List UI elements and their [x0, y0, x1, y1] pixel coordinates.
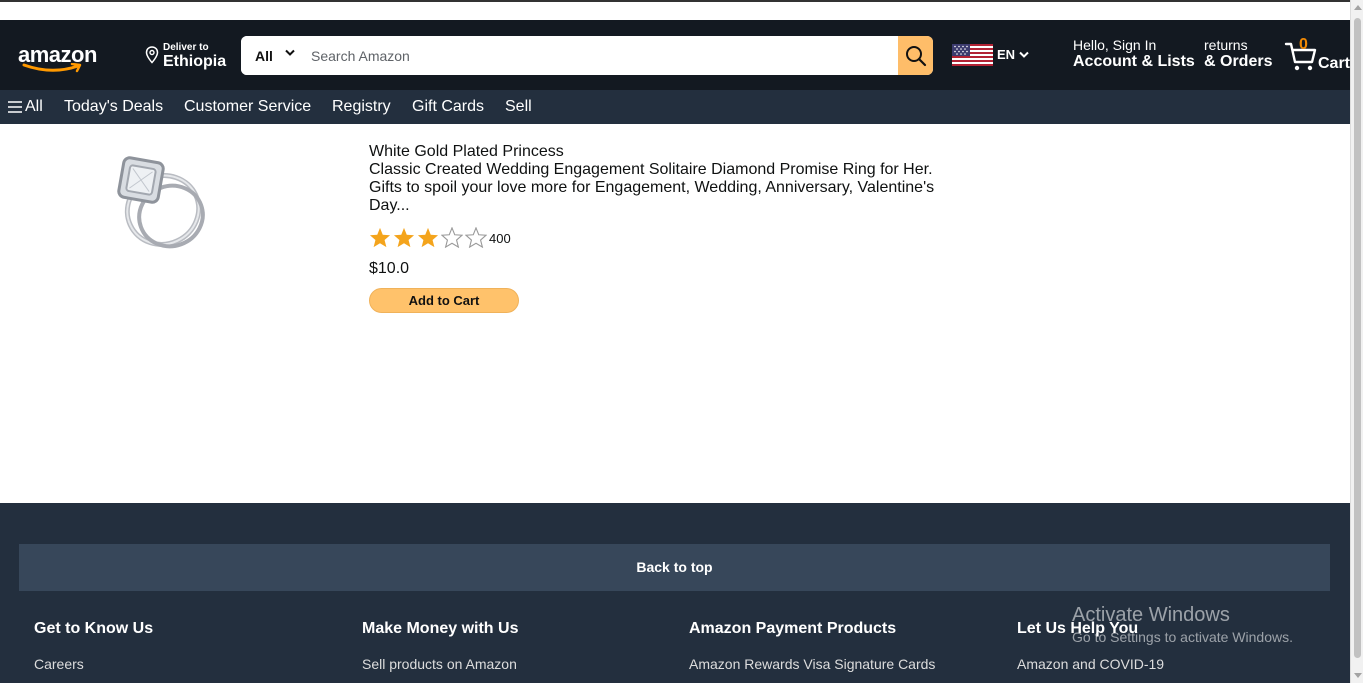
search-button[interactable]	[898, 36, 933, 75]
hamburger-menu-icon	[8, 101, 22, 113]
site-footer: Back to top Get to Know Us Careers Make …	[0, 503, 1350, 683]
nav-item-customer-service[interactable]: Customer Service	[184, 98, 311, 116]
star-empty-icon	[441, 227, 463, 248]
footer-column-payment-products: Amazon Payment Products Amazon Rewards V…	[689, 620, 935, 672]
nav-item-registry[interactable]: Registry	[332, 98, 391, 116]
product-image[interactable]	[111, 150, 206, 256]
star-filled-icon	[369, 227, 391, 248]
search-category-label: All	[255, 48, 273, 64]
nav-all-menu[interactable]: All	[8, 90, 48, 124]
search-category-select[interactable]: All	[241, 36, 301, 75]
orders-label: & Orders	[1204, 53, 1273, 70]
scroll-up-icon[interactable]	[1354, 5, 1362, 10]
search-input[interactable]	[301, 36, 898, 75]
browser-top-strip	[0, 0, 1363, 20]
search-bar: All	[241, 36, 933, 75]
returns-and-orders[interactable]: returns & Orders	[1204, 37, 1272, 71]
us-flag-icon	[952, 44, 993, 66]
cart-label: Cart	[1318, 55, 1351, 72]
footer-link[interactable]: Amazon and COVID-19	[1017, 656, 1164, 672]
account-lists-label: Account & Lists	[1073, 53, 1195, 70]
watermark-title: Activate Windows	[1072, 604, 1230, 626]
cart-button[interactable]: 0 Cart	[1284, 36, 1350, 76]
nav-all-label: All	[25, 98, 43, 115]
watermark-subtitle: Go to Settings to activate Windows.	[1072, 629, 1293, 645]
footer-link[interactable]: Careers	[34, 656, 153, 672]
language-code: EN	[997, 47, 1016, 62]
cart-count: 0	[1299, 36, 1308, 53]
page-scrollbar[interactable]	[1350, 0, 1363, 683]
footer-link[interactable]: Sell products on Amazon	[362, 656, 518, 672]
rating-count: 400	[489, 231, 511, 246]
logo-smile-icon	[22, 63, 82, 73]
product-info: White Gold Plated Princess Classic Creat…	[369, 143, 949, 313]
footer-heading: Amazon Payment Products	[689, 620, 897, 637]
location-pin-icon	[145, 46, 159, 64]
back-to-top-button[interactable]: Back to top	[19, 544, 1330, 591]
scroll-down-icon[interactable]	[1354, 673, 1362, 678]
product-title[interactable]: White Gold Plated Princess	[369, 143, 949, 161]
nav-bar: All Today's Deals Customer Service Regis…	[0, 90, 1350, 124]
activate-windows-watermark: Activate Windows Go to Settings to activ…	[1072, 604, 1293, 645]
ring-image	[117, 156, 205, 249]
nav-item-sell[interactable]: Sell	[505, 98, 532, 116]
footer-column-know-us: Get to Know Us Careers	[34, 620, 153, 672]
star-filled-icon	[417, 227, 439, 248]
footer-heading: Get to Know Us	[34, 620, 154, 637]
footer-column-make-money: Make Money with Us Sell products on Amaz…	[362, 620, 518, 672]
deliver-label: Deliver to	[163, 42, 209, 53]
nav-item-gift-cards[interactable]: Gift Cards	[412, 98, 484, 116]
deliver-country: Ethiopia	[163, 53, 227, 70]
chevron-down-icon	[285, 49, 295, 56]
star-filled-icon	[393, 227, 415, 248]
scrollbar-thumb[interactable]	[1354, 18, 1361, 658]
account-and-lists[interactable]: Hello, Sign In Account & Lists	[1073, 37, 1195, 71]
search-icon	[905, 45, 926, 66]
footer-link[interactable]: Amazon Rewards Visa Signature Cards	[689, 656, 935, 672]
chevron-down-icon	[1019, 51, 1029, 58]
amazon-logo[interactable]: amazon	[18, 42, 97, 74]
product-description: Classic Created Wedding Engagement Solit…	[369, 161, 935, 214]
nav-item-todays-deals[interactable]: Today's Deals	[64, 98, 163, 116]
account-greeting: Hello, Sign In	[1073, 37, 1157, 53]
footer-heading: Make Money with Us	[362, 620, 519, 637]
star-empty-icon	[465, 227, 487, 248]
site-header: amazon Deliver to Ethiopia All Search Am…	[0, 20, 1350, 90]
product-price: $10.0	[369, 260, 410, 277]
add-to-cart-button[interactable]: Add to Cart	[369, 288, 519, 313]
returns-label: returns	[1204, 37, 1248, 53]
